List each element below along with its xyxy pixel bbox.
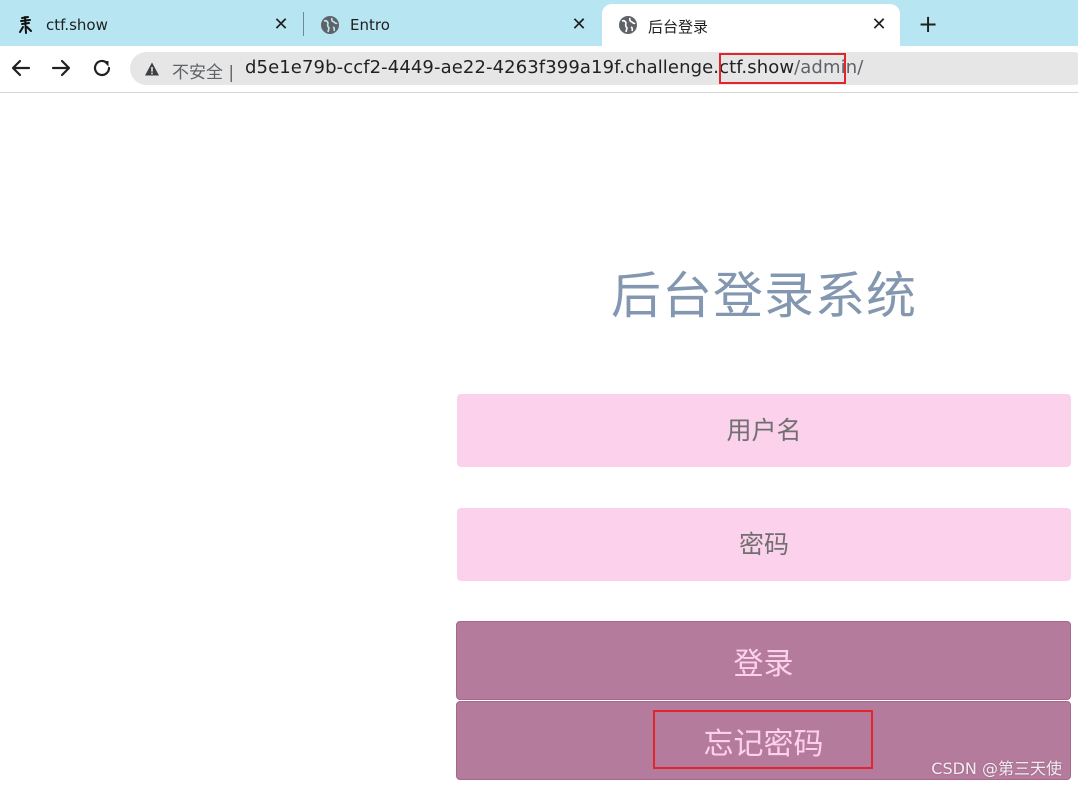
close-icon[interactable]: ✕ — [868, 14, 890, 36]
browser-toolbar: 不安全 | d5e1e79b-ccf2-4449-ae22-4263f399a1… — [0, 46, 1078, 93]
tab-title: 后台登录 — [648, 18, 709, 36]
password-input[interactable] — [457, 508, 1071, 581]
watermark: CSDN @第三天使 — [931, 759, 1062, 778]
forward-arrow-icon[interactable] — [48, 55, 74, 81]
globe-icon — [321, 16, 339, 34]
page-title: 后台登录系统 — [611, 267, 917, 325]
warning-icon[interactable] — [144, 61, 160, 77]
forgot-password-highlight-box — [653, 710, 873, 769]
reload-icon[interactable] — [89, 55, 115, 81]
login-button[interactable]: 登录 — [456, 621, 1071, 700]
tab-title: ctf.show — [46, 16, 108, 34]
tab-strip: ctf.show ✕ Entro ✕ 后台登录 ✕ + — [0, 0, 1078, 46]
url-path-highlight-box — [719, 53, 846, 84]
address-bar[interactable]: 不安全 | d5e1e79b-ccf2-4449-ae22-4263f399a1… — [130, 52, 1078, 85]
ctfshow-logo-icon — [19, 16, 32, 34]
username-input[interactable] — [457, 394, 1071, 467]
close-icon[interactable]: ✕ — [568, 14, 590, 36]
back-arrow-icon[interactable] — [8, 55, 34, 81]
tab-admin-login[interactable]: 后台登录 ✕ — [602, 4, 900, 46]
globe-icon — [619, 16, 637, 34]
tab-ctfshow[interactable]: ctf.show ✕ — [0, 4, 302, 46]
security-label[interactable]: 不安全 | — [172, 58, 234, 83]
tab-title: Entro — [350, 16, 390, 34]
new-tab-button[interactable]: + — [915, 12, 941, 38]
close-icon[interactable]: ✕ — [270, 14, 292, 36]
url-host: d5e1e79b-ccf2-4449-ae22-4263f399a19f.cha… — [245, 57, 795, 78]
tab-entro[interactable]: Entro ✕ — [304, 4, 600, 46]
